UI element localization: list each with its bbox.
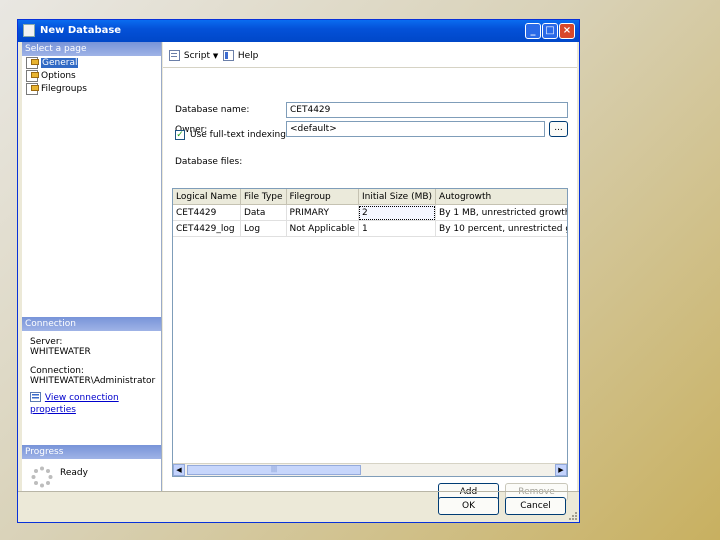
page-icon — [26, 70, 39, 82]
page-icon — [26, 83, 39, 95]
cell-initial-size[interactable]: 2 — [358, 204, 437, 221]
toolbar-divider — [163, 67, 577, 68]
view-connection-properties[interactable]: View connection properties — [30, 392, 162, 415]
properties-icon — [30, 392, 41, 402]
progress-status: Ready — [60, 468, 88, 478]
page-item-label: General — [41, 58, 79, 68]
database-name-label: Database name: — [175, 105, 250, 115]
column-header-file-type[interactable]: File Type — [240, 189, 287, 205]
column-header-autogrowth[interactable]: Autogrowth — [435, 189, 567, 205]
ok-button[interactable]: OK — [438, 497, 499, 515]
footer-divider — [18, 491, 579, 492]
page-item-general[interactable]: General — [26, 57, 79, 69]
scroll-left-icon[interactable]: ◀ — [173, 464, 185, 476]
column-header-logical-name[interactable]: Logical Name — [173, 189, 241, 205]
page-item-label: Filegroups — [41, 84, 87, 94]
script-button[interactable]: Script ▼ — [169, 50, 218, 62]
progress-header: Progress — [22, 445, 161, 459]
database-icon — [23, 24, 35, 37]
page-item-filegroups[interactable]: Filegroups — [26, 83, 87, 95]
owner-browse-button[interactable]: ... — [549, 121, 568, 137]
resize-grip-icon[interactable] — [569, 512, 577, 520]
cell-initial-size[interactable]: 1 — [358, 220, 437, 237]
help-label: Help — [237, 51, 259, 61]
server-value: WHITEWATER — [30, 347, 91, 357]
database-files-label: Database files: — [175, 157, 243, 167]
right-panel: Script ▼ Help Database name: CET4429 Own… — [163, 42, 577, 501]
connection-header: Connection — [22, 317, 161, 331]
cell-logical-name[interactable]: CET4429 — [173, 204, 241, 221]
help-button[interactable]: Help — [223, 50, 258, 62]
column-header-initial-size[interactable]: Initial Size (MB) — [358, 189, 437, 205]
new-database-dialog: New Database _ □ × Select a page General… — [17, 19, 580, 523]
cell-filegroup[interactable]: PRIMARY — [286, 204, 359, 221]
connection-label: Connection: — [30, 366, 84, 376]
select-page-header: Select a page — [22, 42, 161, 56]
maximize-button[interactable]: □ — [542, 23, 558, 39]
help-icon — [223, 50, 234, 61]
server-label: Server: — [30, 337, 63, 347]
scroll-right-icon[interactable]: ▶ — [555, 464, 567, 476]
minimize-button[interactable]: _ — [525, 23, 541, 39]
table-row[interactable]: CET4429_log Log Not Applicable 1 By 10 p… — [173, 220, 567, 237]
progress-spinner-icon — [31, 466, 53, 488]
close-button[interactable]: × — [559, 23, 575, 39]
page-item-label: Options — [41, 71, 76, 81]
scroll-thumb[interactable]: ||| — [187, 465, 361, 475]
view-connection-properties-link[interactable]: View connection properties — [30, 393, 119, 415]
window-title: New Database — [40, 25, 122, 36]
fulltext-checkbox[interactable]: ✓ — [175, 130, 185, 140]
cell-autogrowth[interactable]: By 1 MB, unrestricted growth — [435, 204, 567, 221]
grid-header-row: Logical Name File Type Filegroup Initial… — [173, 189, 567, 205]
horizontal-scrollbar[interactable]: ◀ ||| ▶ — [173, 463, 567, 476]
cancel-button[interactable]: Cancel — [505, 497, 566, 515]
table-row[interactable]: CET4429 Data PRIMARY 2 By 1 MB, unrestri… — [173, 204, 567, 221]
cell-autogrowth[interactable]: By 10 percent, unrestricted growth — [435, 220, 567, 237]
page-item-options[interactable]: Options — [26, 70, 76, 82]
database-name-field[interactable]: CET4429 — [286, 102, 568, 118]
title-bar[interactable]: New Database _ □ × — [18, 20, 579, 42]
left-panel: Select a page General Options Filegroups… — [22, 42, 162, 491]
chevron-down-icon[interactable]: ▼ — [213, 52, 218, 60]
connection-value: WHITEWATER\Administrator — [30, 376, 156, 386]
script-icon — [169, 50, 180, 61]
owner-field[interactable]: <default> — [286, 121, 545, 137]
cell-logical-name[interactable]: CET4429_log — [173, 220, 241, 237]
cell-filegroup[interactable]: Not Applicable — [286, 220, 359, 237]
page-icon — [26, 57, 39, 69]
database-files-grid[interactable]: Logical Name File Type Filegroup Initial… — [172, 188, 568, 477]
cell-file-type[interactable]: Data — [240, 204, 287, 221]
cell-file-type[interactable]: Log — [240, 220, 287, 237]
column-header-filegroup[interactable]: Filegroup — [286, 189, 359, 205]
fulltext-label: Use full-text indexing — [190, 130, 286, 140]
script-label: Script — [183, 51, 210, 61]
